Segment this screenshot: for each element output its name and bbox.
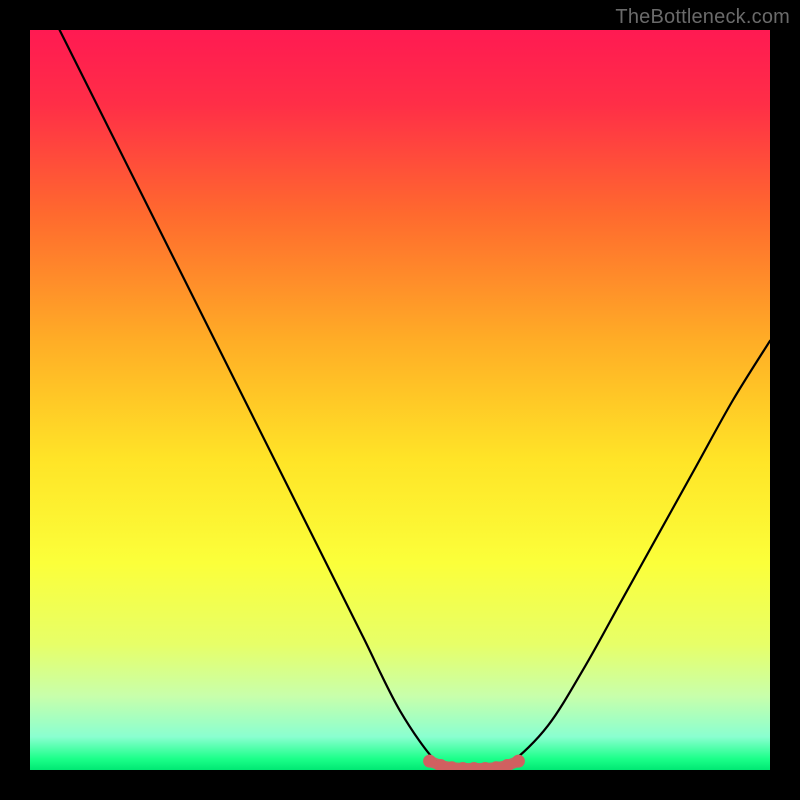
plot-area <box>30 30 770 770</box>
bottleneck-curve <box>30 30 770 770</box>
curve-layer <box>30 30 770 770</box>
optimal-range-dots <box>423 755 525 770</box>
optimal-dot <box>512 755 525 768</box>
chart-frame: TheBottleneck.com <box>0 0 800 800</box>
watermark-text: TheBottleneck.com <box>615 6 790 29</box>
optimal-dot <box>423 755 436 768</box>
